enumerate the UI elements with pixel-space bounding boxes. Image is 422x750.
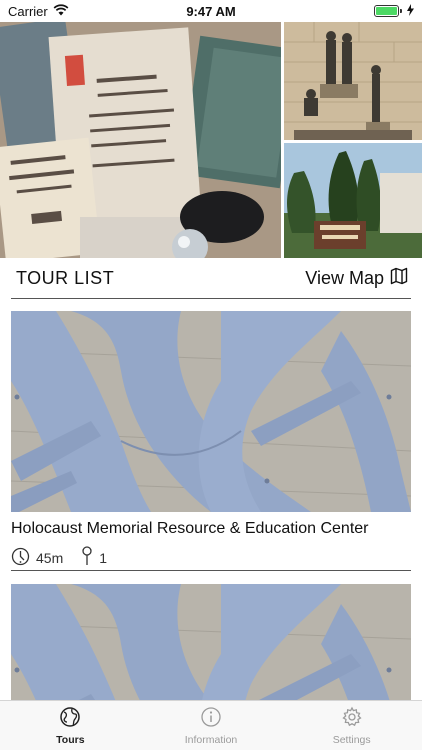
duration-item: 45m	[11, 547, 63, 569]
map-icon	[390, 267, 408, 290]
info-icon	[200, 706, 222, 731]
charging-icon	[407, 3, 414, 19]
header-collage	[0, 22, 422, 258]
tour-meta: 45m 1	[11, 546, 411, 569]
status-left: Carrier	[8, 4, 148, 19]
view-map-label: View Map	[305, 267, 384, 288]
stops-item: 1	[81, 546, 107, 569]
tab-label: Settings	[332, 733, 371, 746]
tab-settings[interactable]: Settings	[281, 701, 422, 750]
tour-image[interactable]	[11, 311, 411, 512]
carrier-label: Carrier	[8, 3, 48, 19]
tour-stops: 1	[99, 549, 108, 566]
tour-card[interactable]: Holocaust Memorial Resource & Education …	[11, 311, 411, 569]
card-divider	[11, 570, 411, 571]
wifi-icon	[53, 3, 69, 19]
tab-tours[interactable]: Tours	[0, 701, 141, 750]
battery-fill	[376, 7, 397, 15]
tab-label: Information	[184, 733, 238, 746]
sculpture-photo	[284, 22, 422, 140]
globe-icon	[59, 706, 81, 731]
tour-duration: 45m	[36, 549, 64, 566]
section-title: TOUR LIST	[16, 267, 115, 288]
battery-icon	[374, 5, 402, 17]
header-divider	[11, 298, 411, 299]
pin-icon	[81, 546, 93, 569]
tour-title[interactable]: Holocaust Memorial Resource & Education …	[11, 520, 411, 538]
documents-photo	[0, 22, 281, 258]
tab-bar: Tours Information Settings	[0, 700, 422, 750]
tour-list-header: TOUR LIST View Map	[0, 258, 422, 298]
status-bar: Carrier 9:47 AM	[0, 0, 422, 22]
clock-icon	[11, 547, 30, 569]
gear-icon	[341, 706, 363, 731]
view-map-button[interactable]: View Map	[305, 267, 408, 290]
tab-information[interactable]: Information	[141, 701, 282, 750]
status-right	[274, 3, 414, 19]
status-time: 9:47 AM	[186, 3, 236, 19]
tab-label: Tours	[56, 733, 85, 746]
center-building-photo	[284, 143, 422, 258]
